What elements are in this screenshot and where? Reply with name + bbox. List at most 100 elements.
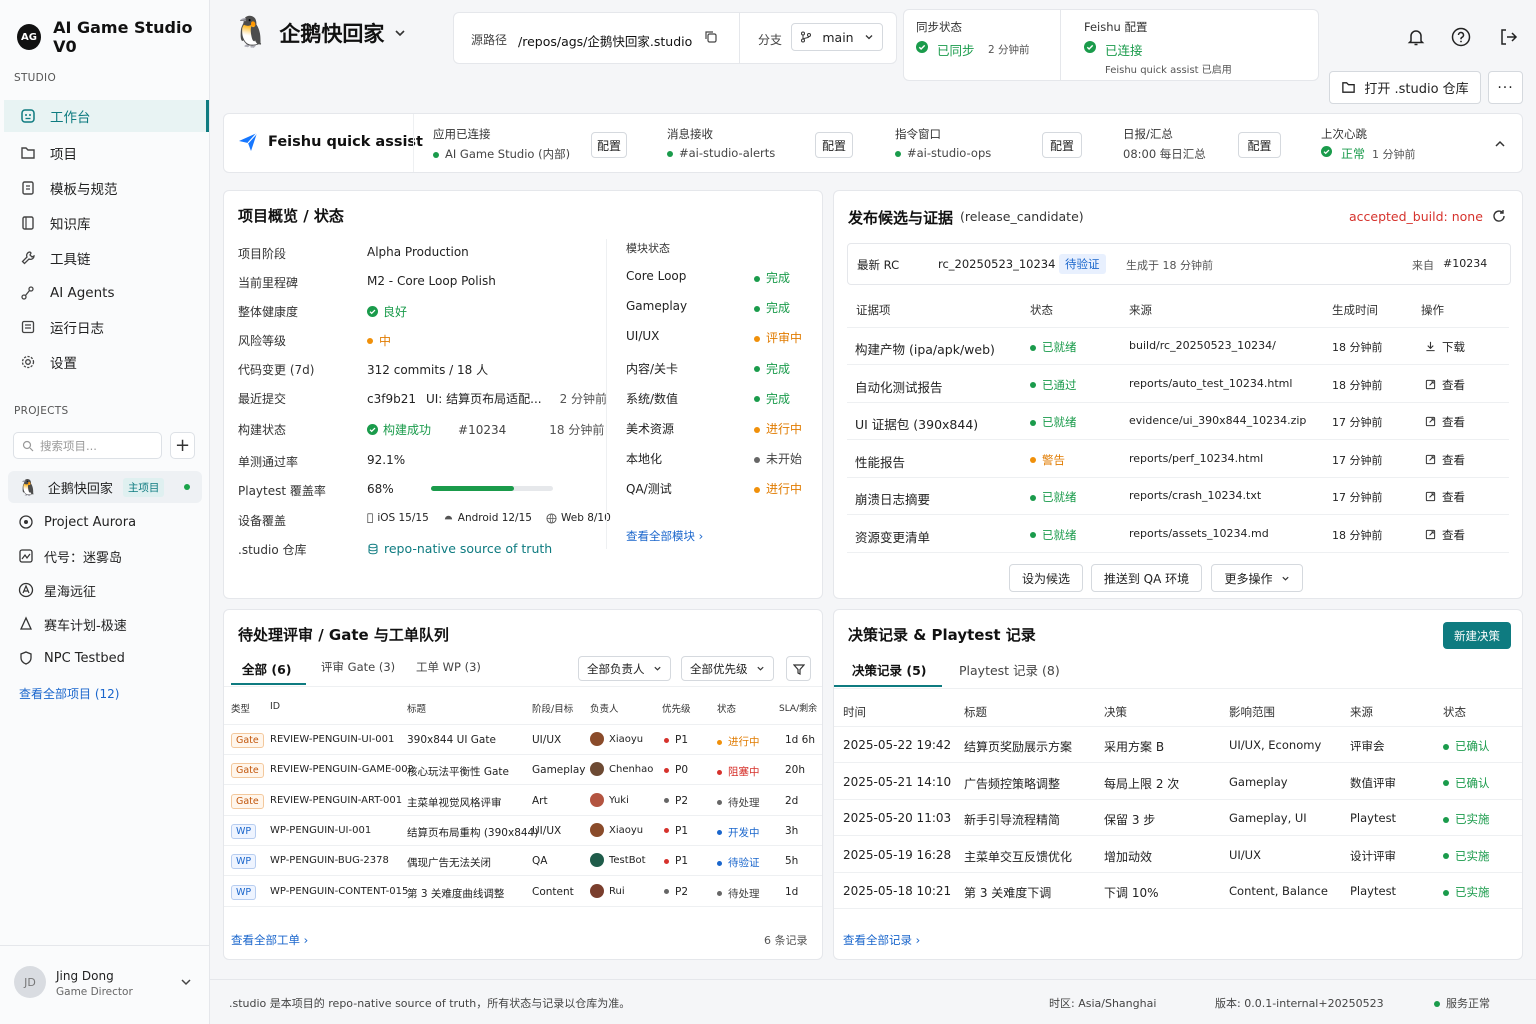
config-button-summary[interactable]: 配置 — [1238, 132, 1281, 158]
project-title-area[interactable]: 🐧 企鹅快回家 — [232, 18, 406, 48]
new-decision-button[interactable]: 新建决策 — [1443, 622, 1511, 649]
status-dot — [1443, 889, 1449, 896]
evidence-source: reports/perf_10234.html — [1129, 451, 1264, 465]
folder-icon — [1341, 80, 1356, 95]
open-repo-button[interactable]: 打开 .studio 仓库 — [1329, 71, 1481, 104]
tab-all[interactable]: 全部 (6) — [242, 659, 291, 678]
refresh-icon[interactable] — [1492, 209, 1506, 223]
view-all-modules-link[interactable]: 查看全部模块 › — [626, 528, 703, 544]
ticket-priority: P0 — [664, 764, 688, 776]
priority-filter[interactable]: 全部优先级 — [681, 656, 774, 681]
table-row[interactable]: WP WP-PENGUIN-UI-001 结算页布局重构 (390x844) UI/U… — [224, 816, 822, 846]
decision-source: Playtest — [1350, 884, 1397, 898]
avatar — [590, 883, 604, 898]
copy-icon[interactable] — [704, 30, 718, 44]
project-item-aurora[interactable]: Project Aurora — [8, 506, 202, 538]
tab-decisions[interactable]: 决策记录 (5) — [852, 660, 926, 679]
config-button-commands[interactable]: 配置 — [1042, 132, 1082, 158]
evidence-row[interactable]: 自动化测试报告 已通过 reports/auto_test_10234.html 18… — [847, 366, 1509, 403]
commit-time: 2 分钟前 — [559, 392, 608, 406]
ticket-owner: Xiaoyu — [590, 732, 643, 746]
view-action[interactable]: 查看 — [1425, 452, 1465, 468]
module-name: 本地化 — [626, 452, 663, 467]
logout-icon[interactable] — [1498, 27, 1518, 47]
view-action[interactable]: 查看 — [1425, 377, 1465, 393]
tab-playtest[interactable]: Playtest 记录 (8) — [959, 660, 1060, 679]
build-status[interactable]: 构建成功 #10234 18 分钟前 — [367, 421, 604, 438]
view-all-tickets-link[interactable]: 查看全部工单 › — [231, 932, 308, 948]
add-project-button[interactable]: + — [170, 432, 195, 459]
bell-icon[interactable] — [1406, 27, 1426, 47]
project-search-input[interactable]: 搜索项目... — [13, 432, 162, 459]
status-dot — [1030, 344, 1036, 351]
sidebar-item-templates[interactable]: 模板与规范 — [4, 172, 209, 204]
set-candidate-button[interactable]: 设为候选 — [1009, 564, 1083, 592]
owner-filter[interactable]: 全部负责人 — [578, 656, 671, 681]
brand[interactable]: AG AI Game Studio V0 — [17, 18, 209, 56]
filter-button[interactable] — [786, 656, 811, 681]
playtest-progress-track — [431, 486, 553, 491]
circle-icon — [18, 514, 34, 530]
chevron-down-icon[interactable] — [180, 976, 192, 988]
latest-commit[interactable]: c3f9b21 UI: 结算页布局适配... 2 分钟前 — [367, 390, 607, 407]
sidebar-item-run-logs[interactable]: 运行日志 — [4, 311, 209, 343]
evidence-row[interactable]: 资源变更清单 已就绪 reports/assets_10234.md 18 分钟前 查看 — [847, 516, 1509, 553]
sidebar-item-workbench[interactable]: 工作台 — [4, 100, 209, 132]
build-time: 18 分钟前 — [549, 423, 605, 437]
project-item-star-voyage[interactable]: 星海远征 — [8, 574, 202, 606]
project-item-racing[interactable]: 赛车计划-极速 — [8, 608, 202, 640]
decision-row[interactable]: 2025-05-22 19:42 结算页奖励展示方案 采用方案 B UI/UX, Ec… — [834, 727, 1522, 763]
help-icon[interactable] — [1451, 27, 1471, 47]
module-status-text: 完成 — [766, 271, 791, 285]
ticket-sla: 20h — [785, 764, 806, 777]
feishu-bar-title: Feishu quick assist — [268, 134, 423, 150]
view-all-projects-link[interactable]: 查看全部项目 (12) — [19, 685, 119, 702]
user-box[interactable]: JD Jing Dong Game Director — [0, 945, 209, 1024]
table-row[interactable]: Gate REVIEW-PENGUIN-ART-001 主菜单视觉风格评审 Art Yu… — [224, 786, 822, 816]
view-action[interactable]: 查看 — [1425, 527, 1465, 543]
table-row[interactable]: WP WP-PENGUIN-BUG-2378 偶现广告无法关闭 QA TestBot P1… — [224, 846, 822, 877]
decision-row[interactable]: 2025-05-19 16:28 主菜单交互反馈优化 增加动效 UI/UX 设计评审 已实… — [834, 837, 1522, 873]
project-item-mist-island[interactable]: 代号：迷雾岛 — [8, 540, 202, 572]
sidebar-item-toolchain[interactable]: 工具链 — [4, 242, 209, 274]
avatar — [590, 762, 604, 777]
col-header: 阶段/目标 — [532, 704, 574, 715]
evidence-status: 已就绪 — [1030, 527, 1077, 543]
col-header: 生成时间 — [1332, 303, 1378, 317]
config-button-app[interactable]: 配置 — [591, 132, 627, 158]
more-menu-button[interactable]: ··· — [1488, 71, 1523, 104]
sidebar-item-knowledge[interactable]: 知识库 — [4, 207, 209, 239]
branch-select[interactable]: main — [791, 23, 883, 51]
tab-wp[interactable]: 工单 WP (3) — [416, 659, 481, 675]
more-actions-button[interactable]: 更多操作 — [1211, 564, 1303, 592]
view-action[interactable]: 查看 — [1425, 489, 1465, 505]
check-circle-icon — [1321, 146, 1332, 157]
table-row[interactable]: Gate REVIEW-PENGUIN-GAME-002 核心玩法平衡性 Gate G… — [224, 755, 822, 786]
table-row[interactable]: Gate REVIEW-PENGUIN-UI-001 390x844 UI Gate… — [224, 725, 822, 755]
view-all-records-link[interactable]: 查看全部记录 › — [843, 932, 920, 948]
owner-name: Rui — [609, 885, 625, 897]
studio-repo-link[interactable]: repo-native source of truth — [367, 541, 552, 556]
active-tab-indicator — [231, 683, 306, 685]
decision-row[interactable]: 2025-05-20 11:03 新手引导流程精简 保留 3 步 Gameplay, … — [834, 800, 1522, 836]
decision-row[interactable]: 2025-05-18 10:21 第 3 关难度下调 下调 10% Content, … — [834, 873, 1522, 909]
table-row[interactable]: WP WP-PENGUIN-CONTENT-015 第 3 关难度曲线调整 Conte… — [224, 877, 822, 907]
chevron-down-icon[interactable] — [394, 27, 406, 39]
push-qa-button[interactable]: 推送到 QA 环境 — [1091, 564, 1202, 592]
tab-gate[interactable]: 评审 Gate (3) — [321, 659, 395, 675]
evidence-row[interactable]: 崩溃日志摘要 已就绪 reports/crash_10234.txt 17 分钟前 查看 — [847, 478, 1509, 515]
evidence-row[interactable]: 构建产物 (ipa/apk/web) 已就绪 build/rc_20250523_1… — [847, 328, 1509, 365]
project-item-penguin[interactable]: 🐧 企鹅快回家 主项目 — [8, 471, 202, 503]
config-button-messages[interactable]: 配置 — [815, 132, 853, 158]
chevron-up-icon[interactable] — [1494, 138, 1506, 150]
sidebar-item-projects[interactable]: 项目 — [4, 137, 209, 169]
evidence-row[interactable]: UI 证据包 (390x844) 已就绪 evidence/ui_390x844_1… — [847, 403, 1509, 440]
sidebar-item-ai-agents[interactable]: AI Agents — [4, 277, 209, 309]
decision-row[interactable]: 2025-05-21 14:10 广告频控策略调整 每局上限 2 次 Gameplay… — [834, 764, 1522, 800]
latest-rc-row[interactable]: 最新 RC rc_20250523_10234 待验证 生成于 18 分钟前 来… — [847, 243, 1511, 285]
evidence-row[interactable]: 性能报告 警告 reports/perf_10234.html 17 分钟前 查看 — [847, 441, 1509, 478]
sidebar-item-settings[interactable]: 设置 — [4, 346, 209, 378]
view-action[interactable]: 查看 — [1425, 414, 1465, 430]
download-action[interactable]: 下载 — [1425, 339, 1465, 355]
project-item-npc-testbed[interactable]: NPC Testbed — [8, 642, 202, 674]
